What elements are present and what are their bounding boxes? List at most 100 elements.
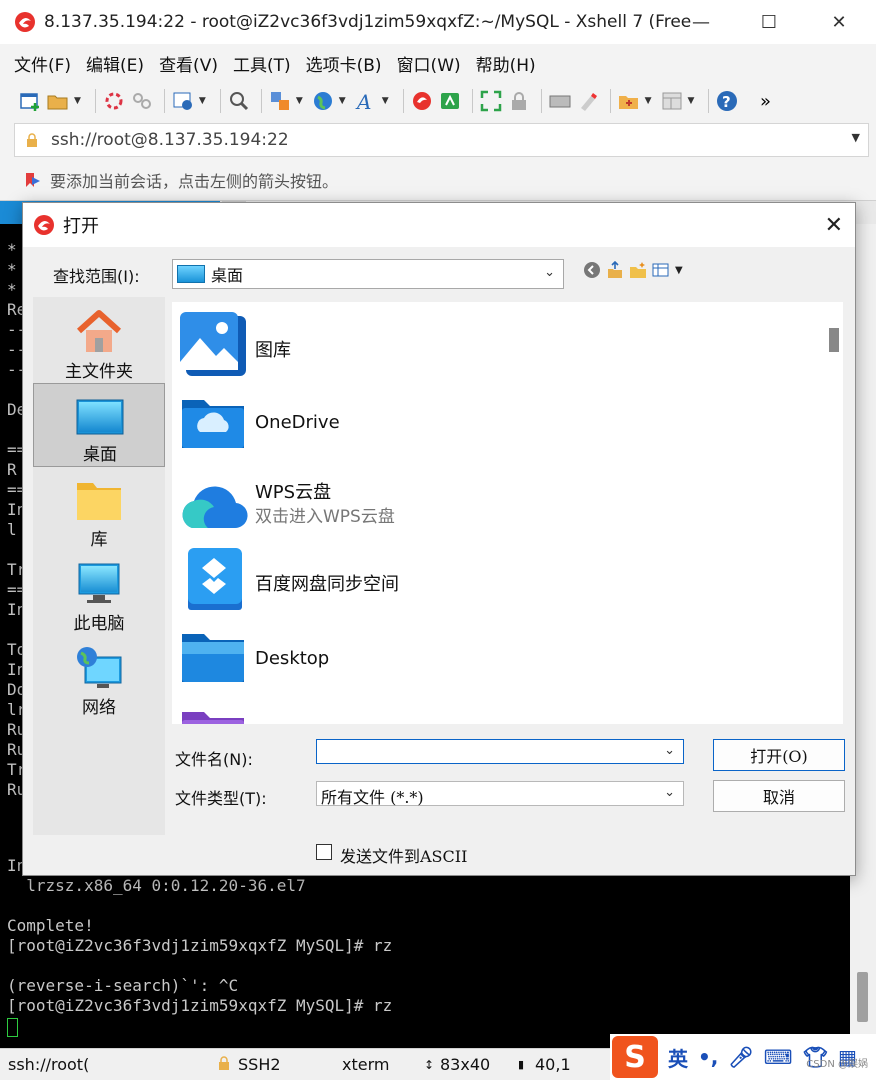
xshell-icon[interactable] [410,89,434,113]
ime-punct[interactable]: •, [698,1045,718,1069]
chevron-down-icon[interactable]: ▼ [688,96,695,106]
filetype-dropdown[interactable]: 所有文件 (*.*) ⌄ [316,781,684,807]
menu-file[interactable]: 文件(F) [14,51,71,76]
terminal-cursor [7,1018,18,1037]
xshell-logo-icon [15,12,35,32]
place-desktop[interactable]: 桌面 [33,383,165,467]
scrollbar-thumb[interactable] [857,972,868,1022]
list-item[interactable]: OneDrive [172,384,812,460]
folder-icon [77,483,121,520]
place-libraries[interactable]: 库 [33,469,165,553]
menu-window[interactable]: 窗口(W) [397,51,461,76]
menu-help[interactable]: 帮助(H) [476,51,536,76]
title-bar: 8.137.35.194:22 - root@iZ2vc36f3vdj1zim5… [0,0,876,44]
filetype-value: 所有文件 (*.*) [321,788,424,807]
chevron-down-icon[interactable]: ⌄ [664,785,675,800]
ime-lang[interactable]: 英 [668,1043,688,1072]
terminal-line: * [7,240,17,259]
back-icon[interactable] [583,261,601,279]
file-list[interactable]: 图库 OneDrive WPS云盘 双击进入WPS云盘 百度网盘同步空间 Des… [172,302,823,724]
globe-icon[interactable] [311,89,335,113]
new-folder-icon[interactable] [629,261,647,279]
dialog-close-button[interactable]: ✕ [825,213,843,238]
terminal-line: * [7,280,17,299]
toolbar-divider [94,89,96,113]
gallery-icon [180,312,246,376]
keyboard-icon[interactable] [548,89,572,113]
lookin-dropdown[interactable]: 桌面 ⌄ [172,259,564,289]
computer-icon [78,563,120,603]
lock-icon[interactable] [507,89,531,113]
file-list-scrollbar[interactable] [823,302,843,724]
keyboard-icon[interactable]: ⌨ [764,1045,793,1069]
chevron-down-icon[interactable]: ▼ [852,131,860,144]
lock-icon [27,133,37,147]
desktop-icon [76,399,124,435]
properties-icon[interactable] [171,89,195,113]
chevron-down-icon[interactable]: ▼ [199,96,206,106]
window-title: 8.137.35.194:22 - root@iZ2vc36f3vdj1zim5… [44,12,694,32]
maximize-button[interactable]: ☐ [734,0,804,44]
open-folder-icon[interactable] [46,89,70,113]
chevron-down-icon[interactable]: ▼ [296,96,303,106]
view-menu-icon[interactable] [652,261,670,279]
menu-view[interactable]: 查看(V) [159,51,218,76]
chevron-down-icon[interactable]: ▼ [339,96,346,106]
menu-tabs[interactable]: 选项卡(B) [306,51,382,76]
list-item[interactable]: 图库 [172,306,812,382]
add-folder-icon[interactable] [617,89,641,113]
microphone-icon[interactable]: 🎤︎ [728,1045,753,1069]
search-icon[interactable] [227,89,251,113]
fullscreen-icon[interactable] [479,89,503,113]
chevron-down-icon[interactable]: ▼ [382,96,389,106]
dialog-nav-icons: ▼ [583,261,683,279]
place-home[interactable]: 主文件夹 [33,301,165,385]
disconnect-icon[interactable] [130,89,154,113]
cancel-button[interactable]: 取消 [713,780,845,812]
chevron-down-icon[interactable]: ⌄ [544,265,555,280]
place-label: 桌面 [83,445,117,465]
desktop-icon [177,265,205,283]
highlight-icon[interactable] [576,89,600,113]
filename-input[interactable]: ⌄ [316,739,684,764]
chevron-down-icon[interactable]: ▼ [645,96,652,106]
terminal-line: lrzsz.x86_64 0:0.12.20-36.el7 [7,876,306,895]
lookin-label: 查找范围(I): [53,267,140,286]
transfer-icon[interactable] [268,89,292,113]
file-name: WPS云盘 [255,482,332,503]
menu-edit[interactable]: 编辑(E) [86,51,144,76]
chevron-down-icon[interactable]: ▼ [74,96,81,106]
xftp-icon[interactable] [438,89,462,113]
menu-tools[interactable]: 工具(T) [233,51,291,76]
chevron-down-icon[interactable]: ⌄ [664,743,675,758]
lock-icon [218,1055,230,1074]
ascii-checkbox[interactable] [316,844,332,860]
place-this-pc[interactable]: 此电脑 [33,553,165,637]
terminal-line: (reverse-i-search)`': ^C [7,976,239,995]
close-window-button[interactable]: ✕ [804,0,874,44]
font-icon[interactable]: A [354,89,378,113]
ascii-label: 发送文件到ASCII [340,847,468,866]
list-item[interactable]: WPS云盘 双击进入WPS云盘 [172,466,812,542]
address-bar[interactable]: ssh://root@8.137.35.194:22 ▼ [14,123,869,157]
list-item[interactable]: 百度网盘同步空间 [172,542,812,618]
toolbar-divider [163,89,165,113]
minimize-button[interactable]: — [666,0,736,44]
toolbar-overflow-icon[interactable]: » [753,89,777,113]
new-session-icon[interactable] [18,89,42,113]
bookmark-arrow-icon[interactable] [24,171,42,189]
open-button[interactable]: 打开(O) [713,739,845,771]
lookin-value: 桌面 [211,266,244,285]
scrollbar-thumb[interactable] [829,328,839,352]
connect-icon[interactable] [102,89,126,113]
list-item[interactable] [172,698,812,724]
help-icon[interactable]: ? [715,89,739,113]
place-network[interactable]: 网络 [33,637,165,721]
sogou-logo-icon[interactable]: S [612,1036,658,1078]
list-item[interactable]: Desktop [172,620,812,696]
up-folder-icon[interactable] [606,261,624,279]
chevron-down-icon[interactable]: ▼ [675,265,683,276]
layout-icon[interactable] [660,89,684,113]
address-value[interactable]: ssh://root@8.137.35.194:22 [51,130,289,150]
watermark: CSDN @娱娲 [806,1059,868,1070]
